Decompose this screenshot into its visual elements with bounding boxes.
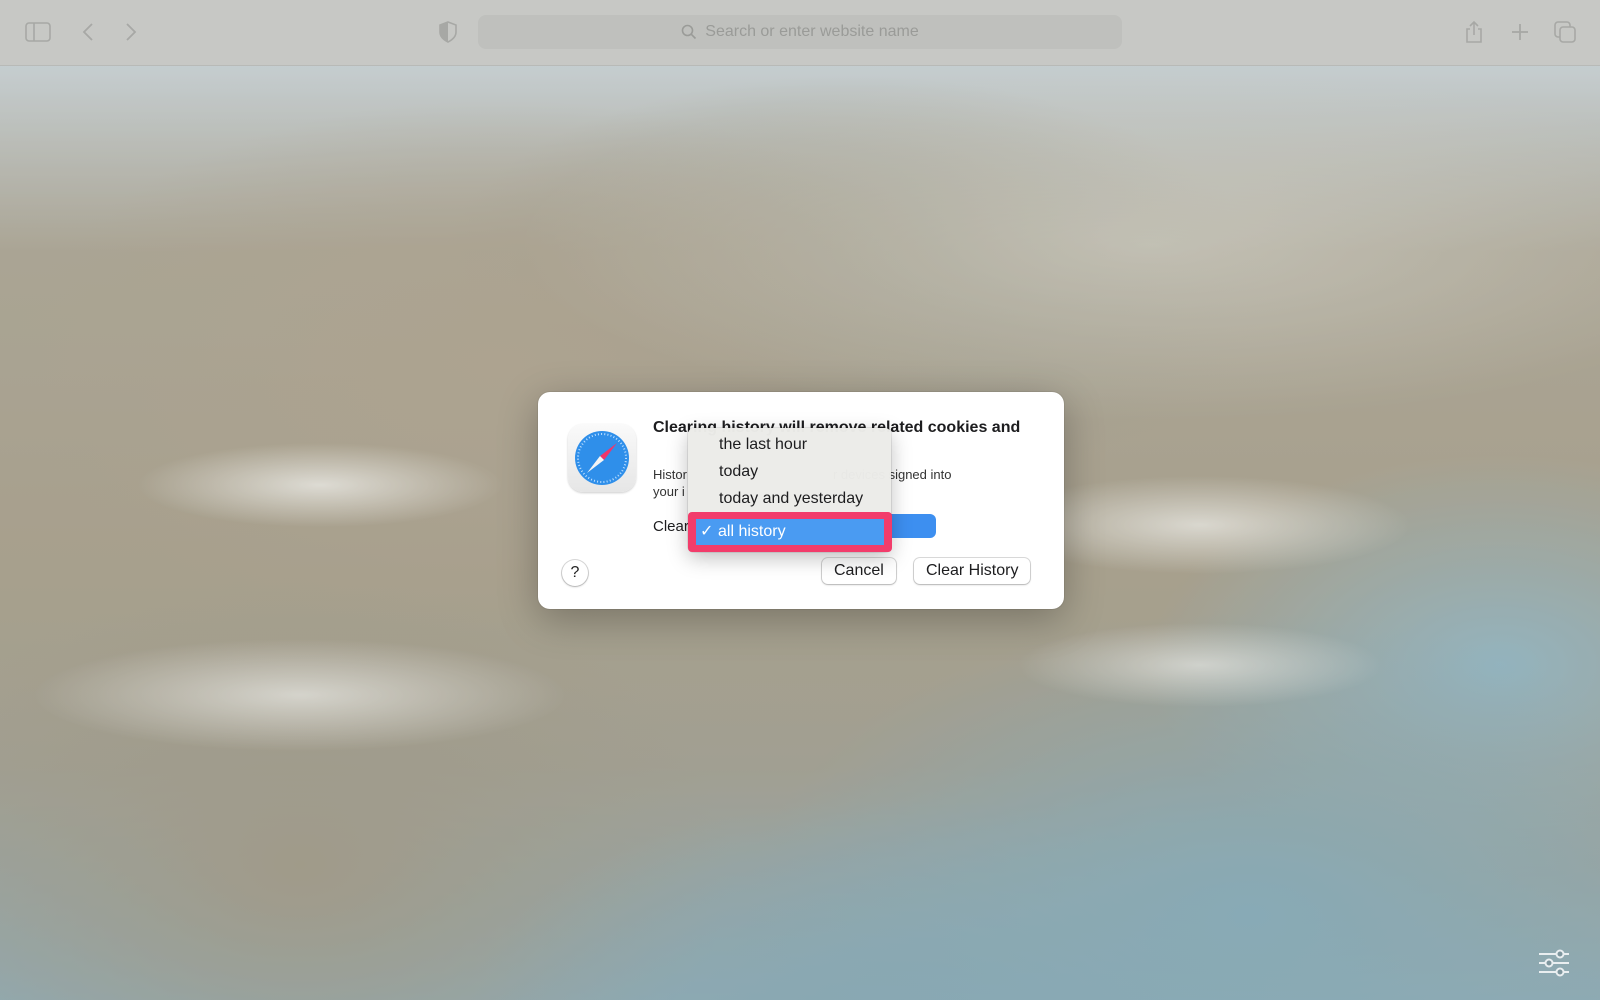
address-placeholder: Search or enter website name (705, 23, 919, 40)
menu-item-today-and-yesterday[interactable]: today and yesterday (688, 486, 891, 512)
address-bar[interactable]: Search or enter website name (478, 15, 1122, 49)
menu-item-today[interactable]: today (688, 459, 891, 485)
clear-history-button[interactable]: Clear History (914, 558, 1031, 584)
safari-compass-icon (568, 424, 636, 492)
sidebar-icon[interactable] (24, 18, 52, 46)
browser-toolbar: Search or enter website name (0, 0, 1600, 66)
help-button[interactable]: ? (562, 560, 588, 586)
chevron-left-icon[interactable] (74, 18, 102, 46)
shield-icon[interactable] (434, 18, 462, 46)
menu-item-all-history[interactable]: ✓ all history (696, 519, 884, 545)
plus-icon[interactable] (1506, 18, 1534, 46)
checkmark-icon: ✓ (700, 523, 714, 540)
share-icon[interactable] (1460, 18, 1488, 46)
magnifying-glass-icon (681, 24, 697, 40)
menu-item-last-hour[interactable]: the last hour (688, 432, 891, 458)
clear-range-label: Clear (653, 518, 689, 535)
chevron-right-icon[interactable] (117, 18, 145, 46)
tabs-overview-icon[interactable] (1551, 18, 1579, 46)
cancel-button[interactable]: Cancel (822, 558, 896, 584)
sliders-icon[interactable] (1536, 948, 1572, 978)
